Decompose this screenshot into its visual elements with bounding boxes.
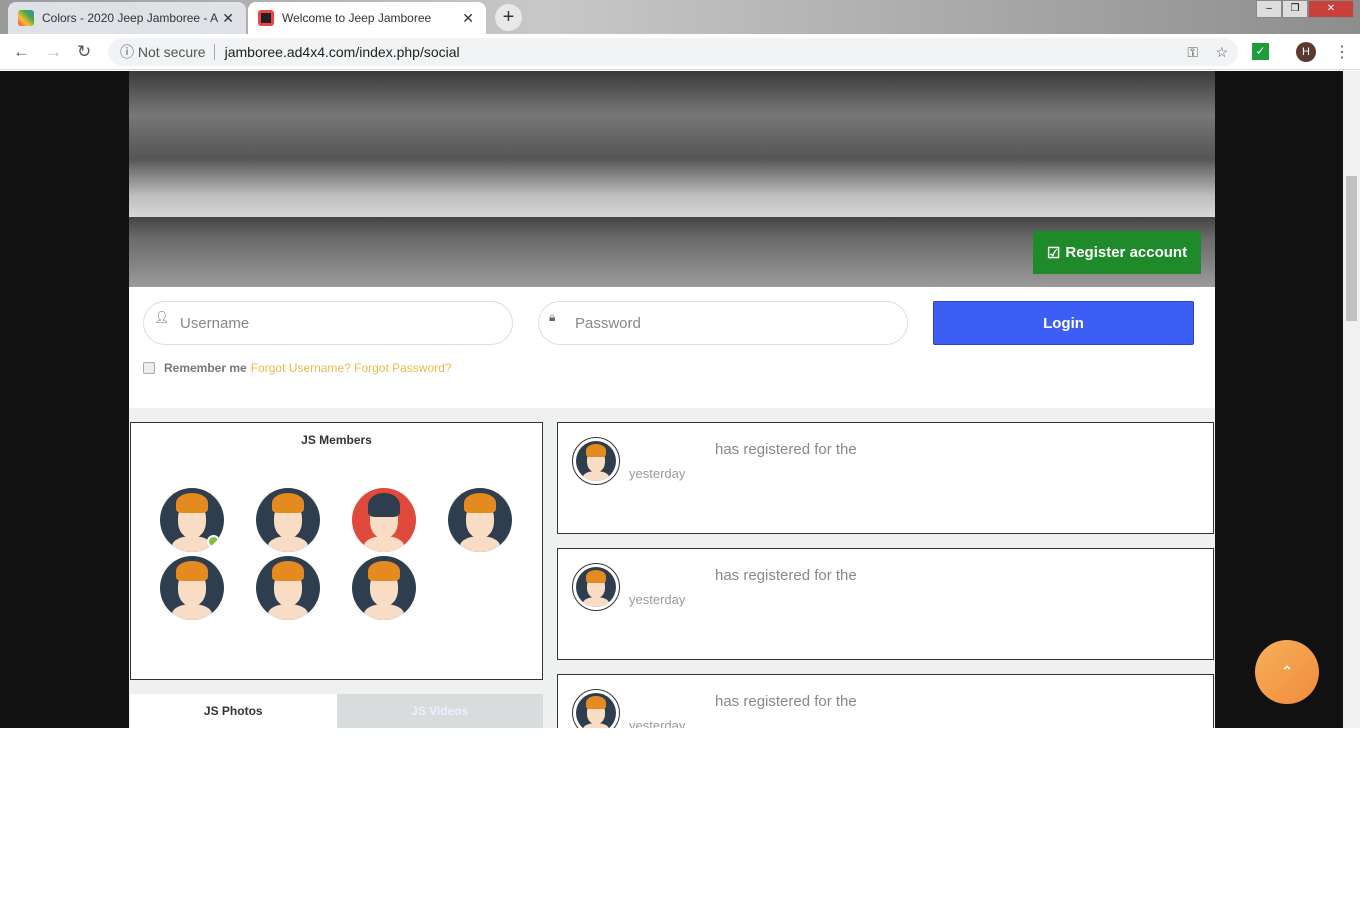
member-avatar[interactable] <box>256 488 320 552</box>
activity-avatar[interactable] <box>576 693 616 728</box>
media-tabs: JS Photos JS Videos <box>130 694 543 728</box>
page-viewport: ☑ Register account 👤︎ Username 🔒︎ Password … <box>0 71 1343 728</box>
browser-tab-active[interactable]: Welcome to Jeep Jamboree ✕ <box>248 2 486 34</box>
scrollbar-thumb[interactable] <box>1346 176 1357 321</box>
banner-image-bottom: ☑ Register account <box>129 217 1215 287</box>
members-title: JS Members <box>301 433 372 447</box>
username-input[interactable]: 👤︎ Username <box>143 301 513 345</box>
activity-item: yesterday has registered for the <box>557 548 1214 660</box>
new-tab-button[interactable]: + <box>495 4 522 31</box>
password-placeholder: Password <box>575 314 641 332</box>
activity-text: has registered for the <box>715 567 857 584</box>
scrollbar[interactable] <box>1343 71 1360 728</box>
reload-icon[interactable]: ↻ <box>77 42 91 62</box>
tab-title: Colors - 2020 Jeep Jamboree - A <box>42 11 219 25</box>
main-content: ☑ Register account 👤︎ Username 🔒︎ Password … <box>129 71 1215 728</box>
security-label: Not secure <box>137 44 206 60</box>
register-account-button[interactable]: ☑ Register account <box>1033 231 1201 274</box>
scroll-to-top-button[interactable]: ⌃ <box>1255 640 1319 704</box>
username-placeholder: Username <box>180 314 250 332</box>
forward-icon[interactable]: → <box>45 42 62 62</box>
tab-js-videos[interactable]: JS Videos <box>336 694 543 728</box>
activity-time: yesterday <box>629 592 686 607</box>
activity-text: has registered for the <box>715 441 857 458</box>
register-label: Register account <box>1065 244 1188 261</box>
browser-tab-bar: Colors - 2020 Jeep Jamboree - A ✕ Welcome… <box>0 0 1360 34</box>
member-avatar[interactable] <box>160 556 224 620</box>
activity-avatar[interactable] <box>576 441 616 481</box>
activity-time: yesterday <box>629 718 686 728</box>
password-input[interactable]: 🔒︎ Password <box>538 301 908 345</box>
activity-avatar[interactable] <box>576 567 616 607</box>
address-bar[interactable]: ⓘ Not secure jamboree.ad4x4.com/index.ph… <box>108 38 1238 66</box>
tab-title: Welcome to Jeep Jamboree <box>282 11 432 25</box>
members-widget: JS Members <box>130 422 543 680</box>
activity-item: yesterday has registered for the <box>557 422 1214 534</box>
banner-image <box>129 71 1215 217</box>
member-avatar[interactable] <box>352 488 416 552</box>
member-avatar[interactable] <box>256 556 320 620</box>
clipboard-check-icon: ☑ <box>1046 244 1061 262</box>
online-indicator <box>207 535 220 548</box>
joomla-icon <box>258 10 274 26</box>
close-tab-icon[interactable]: ✕ <box>222 10 234 27</box>
member-avatar[interactable] <box>352 556 416 620</box>
url-text: jamboree.ad4x4.com/index.php/social <box>213 44 460 60</box>
minimize-button[interactable]: – <box>1256 0 1282 18</box>
login-button[interactable]: Login <box>933 301 1194 345</box>
member-avatar[interactable] <box>448 488 512 552</box>
lock-icon: 🔒︎ <box>549 310 556 324</box>
key-icon[interactable]: ⚿ <box>1187 44 1198 61</box>
login-form: 👤︎ Username 🔒︎ Password Login Remember me F… <box>129 287 1215 408</box>
member-avatar[interactable] <box>160 488 224 552</box>
back-icon[interactable]: ← <box>13 42 30 62</box>
remember-me-checkbox[interactable] <box>143 362 155 374</box>
activity-time: yesterday <box>629 466 686 481</box>
activity-item: yesterday has registered for the <box>557 674 1214 728</box>
close-tab-icon[interactable]: ✕ <box>462 10 474 27</box>
browser-tab[interactable]: Colors - 2020 Jeep Jamboree - A ✕ <box>8 2 246 34</box>
profile-avatar[interactable]: H <box>1296 42 1316 62</box>
remember-me-label: Remember me <box>164 361 247 375</box>
activity-text: has registered for the <box>715 693 857 710</box>
close-window-button[interactable]: ✕ <box>1308 0 1354 18</box>
forgot-username-link[interactable]: Forgot Username? <box>251 361 351 375</box>
joomla-icon <box>18 10 34 26</box>
star-icon[interactable]: ☆ <box>1215 44 1228 61</box>
forgot-password-link[interactable]: Forgot Password? <box>354 361 451 375</box>
extension-check-icon[interactable]: ✓ <box>1252 43 1269 60</box>
tab-js-photos[interactable]: JS Photos <box>130 694 337 728</box>
browser-toolbar: ← → ↻ ⓘ Not secure jamboree.ad4x4.com/in… <box>0 34 1360 70</box>
info-icon: ⓘ <box>120 44 134 60</box>
restore-button[interactable]: ❐ <box>1282 0 1308 18</box>
menu-icon[interactable]: ⋮ <box>1334 42 1350 62</box>
user-icon: 👤︎ <box>154 310 170 324</box>
